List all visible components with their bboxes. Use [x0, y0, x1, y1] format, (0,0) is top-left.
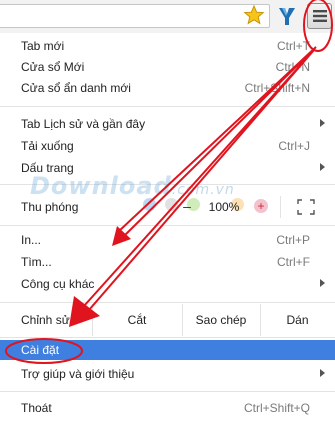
zoom-in-button[interactable]: + — [254, 199, 268, 213]
menu-item-new-window[interactable]: Cửa sổ Mới Ctrl+N — [0, 57, 335, 77]
menu-item-incognito[interactable]: Cửa sổ ẩn danh mới Ctrl+Shift+N — [0, 78, 335, 98]
menu-item-shortcut: Ctrl+J — [278, 139, 310, 153]
edit-row: Chỉnh sửa Cắt Sao chép Dán — [0, 304, 335, 336]
menu-separator — [0, 302, 335, 303]
menu-item-label: Cửa sổ ẩn danh mới — [21, 81, 131, 95]
menu-item-label: Cửa sổ Mới — [21, 60, 85, 74]
menu-item-shortcut: Ctrl+T — [277, 39, 310, 53]
menu-item-label: Công cụ khác — [21, 277, 95, 291]
menu-item-settings[interactable]: Cài đặt — [0, 340, 335, 360]
cut-button[interactable]: Cắt — [92, 304, 182, 336]
paste-button[interactable]: Dán — [260, 304, 335, 336]
zoom-row: Thu phóng – 100% + — [0, 192, 335, 222]
menu-separator — [0, 225, 335, 226]
menu-separator — [0, 337, 335, 338]
menu-item-label: Tab mới — [21, 39, 65, 53]
hamburger-icon — [313, 10, 327, 22]
chrome-menu-button[interactable] — [307, 3, 332, 29]
fullscreen-icon[interactable] — [297, 199, 315, 215]
menu-item-downloads[interactable]: Tải xuống Ctrl+J — [0, 136, 335, 156]
menu-item-new-tab[interactable]: Tab mới Ctrl+T — [0, 36, 335, 56]
copy-button[interactable]: Sao chép — [182, 304, 260, 336]
menu-item-shortcut: Ctrl+F — [277, 255, 310, 269]
menu-separator — [0, 106, 335, 107]
zoom-divider — [280, 196, 281, 218]
menu-item-label: Trợ giúp và giới thiệu — [21, 367, 135, 381]
menu-item-label: Tải xuống — [21, 139, 74, 153]
menu-item-label: Cài đặt — [21, 343, 60, 357]
menu-item-label: Tab Lịch sử và gần đây — [21, 117, 146, 131]
extension-icon[interactable] — [277, 5, 297, 27]
menu-item-exit[interactable]: Thoát Ctrl+Shift+Q — [0, 398, 335, 418]
menu-item-history[interactable]: Tab Lịch sử và gần đây — [0, 114, 335, 134]
submenu-arrow-icon — [320, 369, 325, 377]
menu-item-help[interactable]: Trợ giúp và giới thiệu — [0, 364, 335, 384]
menu-item-shortcut: Ctrl+Shift+Q — [243, 401, 310, 415]
submenu-arrow-icon — [320, 119, 325, 127]
menu-item-print[interactable]: In... Ctrl+P — [0, 230, 335, 250]
submenu-arrow-icon — [320, 279, 325, 287]
menu-item-more-tools[interactable]: Công cụ khác — [0, 274, 335, 294]
menu-item-label: In... — [21, 233, 42, 247]
browser-toolbar — [0, 0, 335, 33]
submenu-arrow-icon — [320, 163, 325, 171]
menu-separator — [0, 391, 335, 392]
zoom-out-button[interactable]: – — [181, 199, 193, 213]
menu-item-label: Tìm... — [21, 255, 52, 269]
zoom-level: 100% — [208, 200, 240, 214]
address-bar[interactable] — [0, 4, 270, 28]
menu-item-find[interactable]: Tìm... Ctrl+F — [0, 252, 335, 272]
menu-item-shortcut: Ctrl+Shift+N — [244, 81, 310, 95]
menu-item-shortcut: Ctrl+P — [276, 233, 310, 247]
menu-item-label: Thoát — [21, 401, 52, 415]
zoom-label: Thu phóng — [21, 200, 79, 214]
menu-item-shortcut: Ctrl+N — [275, 60, 310, 74]
edit-label: Chỉnh sửa — [21, 313, 77, 327]
bookmark-star-icon[interactable] — [243, 4, 265, 26]
